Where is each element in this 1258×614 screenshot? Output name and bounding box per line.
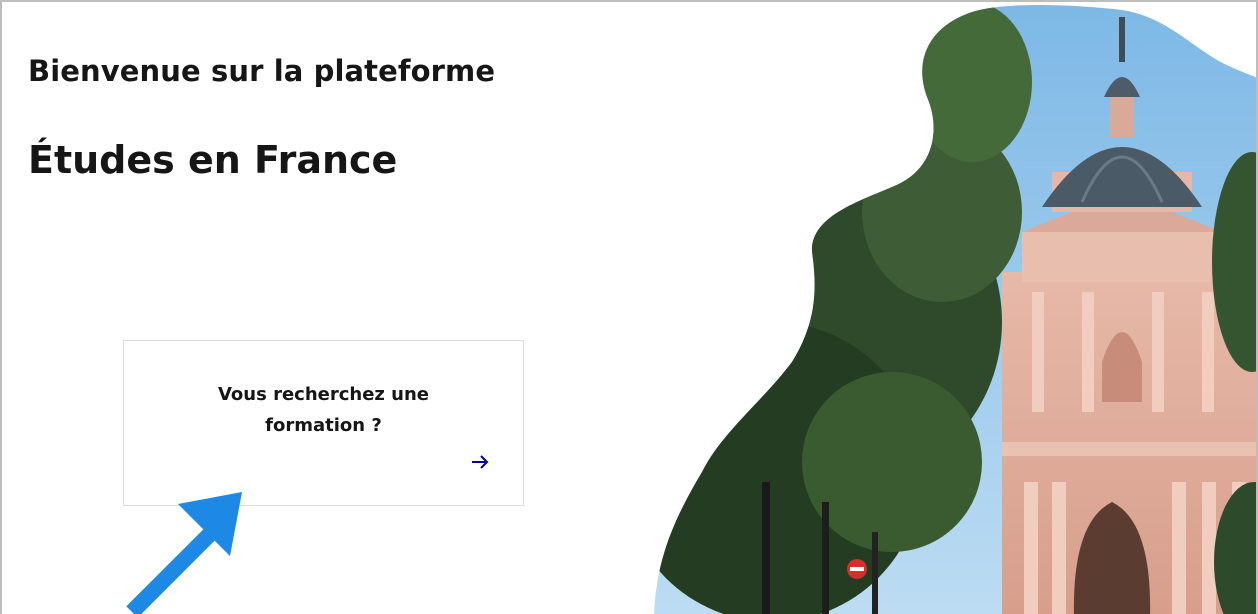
platform-title: Études en France: [28, 138, 398, 182]
arrow-right-icon[interactable]: [469, 451, 491, 473]
page-frame: Bienvenue sur la plateforme Études en Fr…: [0, 0, 1258, 614]
sorbonne-building-photo: [654, 5, 1256, 614]
search-formation-label: Vous recherchez une formation ?: [217, 384, 430, 436]
welcome-heading: Bienvenue sur la plateforme: [28, 54, 496, 88]
pointer-arrow-icon: [126, 492, 242, 614]
